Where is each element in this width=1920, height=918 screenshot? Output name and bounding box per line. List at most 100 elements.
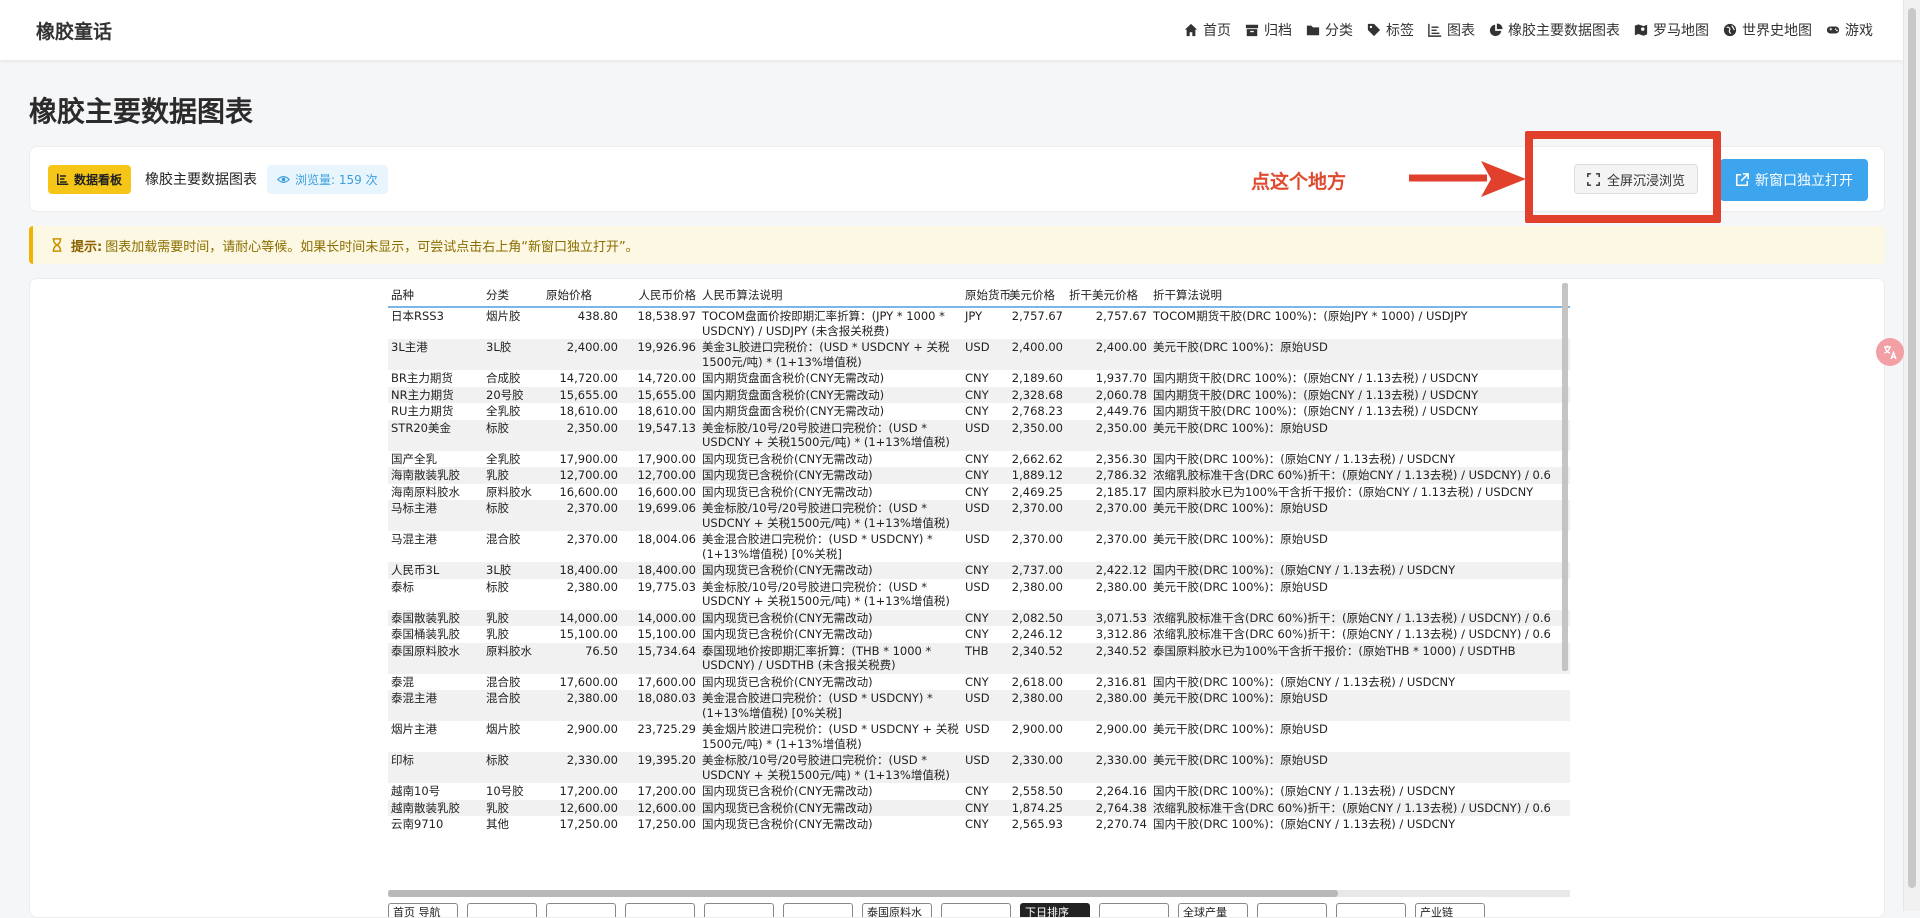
table-row[interactable]: 3L主港 3L胶 2,400.00 19,926.96 美金3L胶进口完税价：(USD … <box>388 339 1570 370</box>
table-row[interactable]: BR主力期货 合成胶 14,720.00 14,720.00 国内期货盘面含税价(CNY… <box>388 370 1570 387</box>
nav-item-category[interactable]: 分类 <box>1306 20 1353 40</box>
table-cell: 2,380.00 <box>1011 579 1063 594</box>
table-row[interactable]: 日本RSS3 烟片胶 438.80 18,538.97 TOCOM盘面价按即期汇率折算：… <box>388 307 1570 339</box>
column-header[interactable]: 原始货币 <box>962 283 1011 308</box>
table-cell: 2,737.00 <box>1006 562 1066 579</box>
table-cell: 国内现货已含税价(CNY无需改动) <box>702 674 873 689</box>
column-header[interactable]: 人民币价格 <box>621 283 699 308</box>
table-cell: 美金标胶/10号/20号胶进口完税价：(USD * USDCNY + 关税150… <box>699 419 962 451</box>
table-cell: 2,764.38 <box>1066 799 1150 816</box>
table-cell: THB <box>962 642 1006 674</box>
data-table-container[interactable]: 品种 分类 原始价格 人民币价格 人民币算法说明 原始货币 美元价格 折干美元价… <box>388 283 1570 893</box>
table-row[interactable]: STR20美金 标胶 2,350.00 19,547.13 美金标胶/10号/20号胶进… <box>388 419 1570 451</box>
table-row[interactable]: 海南散装乳胶 乳胶 12,700.00 12,700.00 国内现货已含税价(CNY无需… <box>388 467 1570 484</box>
table-row[interactable]: 马标主港 标胶 2,370.00 19,699.06 美金标胶/10号/20号胶进口完税… <box>388 500 1570 531</box>
nav-item-charts[interactable]: 图表 <box>1428 20 1475 40</box>
table-cell: CNY <box>965 817 989 831</box>
pie-chart-icon <box>1489 23 1503 37</box>
table-row[interactable]: 越南散装乳胶 乳胶 12,600.00 12,600.00 国内现货已含税价(CNY无需… <box>388 799 1570 816</box>
table-cell: 2,380.00 <box>566 579 618 594</box>
nav-item-world-map[interactable]: 世界史地图 <box>1723 20 1812 40</box>
table-cell: 17,200.00 <box>637 784 696 798</box>
translate-icon[interactable] <box>1876 338 1904 366</box>
table-cell: 2,757.67 <box>1095 309 1147 323</box>
table-cell: 国内干胶(DRC 100%)：(原始CNY / 1.13去税) / USDCNY <box>1153 817 1456 831</box>
table-cell: 2,400.00 <box>543 339 621 370</box>
tag-icon <box>1367 23 1381 37</box>
table-horizontal-scrollbar-thumb[interactable] <box>388 890 1338 897</box>
table-row[interactable]: 马混主港 混合胶 2,370.00 18,004.06 美金混合胶进口完税价：(USD … <box>388 531 1570 562</box>
table-horizontal-scrollbar[interactable] <box>388 890 1570 897</box>
table-cell: BR主力期货 <box>391 371 453 385</box>
table-cell: 马标主港 <box>388 500 483 531</box>
page-scrollbar[interactable] <box>1903 0 1920 911</box>
table-cell: 国内期货盘面含税价(CNY无需改动) <box>699 386 962 403</box>
table-cell: 泰国散装乳胶 <box>388 609 483 626</box>
home-icon <box>1184 23 1198 37</box>
table-row[interactable]: 国产全乳 全乳胶 17,900.00 17,900.00 国内现货已含税价(CNY无需改… <box>388 451 1570 468</box>
table-cell: 泰国桶装乳胶 <box>391 627 460 641</box>
table-cell: 2,270.74 <box>1095 817 1147 831</box>
table-cell: 2,618.00 <box>1011 674 1063 689</box>
column-header[interactable]: 折干算法说明 <box>1150 283 1570 308</box>
table-cell: 标胶 <box>483 752 543 783</box>
table-row[interactable]: NR主力期货 20号胶 15,655.00 15,655.00 国内期货盘面含税价(CN… <box>388 386 1570 403</box>
nav-item-archive[interactable]: 归档 <box>1245 20 1292 40</box>
dashboard-badge-label: 数据看板 <box>74 172 123 187</box>
table-row[interactable]: 泰国散装乳胶 乳胶 14,000.00 14,000.00 国内现货已含税价(CNY无需… <box>388 609 1570 626</box>
table-cell: 烟片主港 <box>391 722 437 736</box>
table-cell: 1,889.12 <box>1006 467 1066 484</box>
view-count-badge: 浏览量: 159 次 <box>267 164 388 194</box>
column-header[interactable]: 折干美元价格 <box>1066 283 1150 308</box>
table-cell: 标胶 <box>483 500 543 531</box>
column-header[interactable]: 人民币算法说明 <box>699 283 962 308</box>
table-row[interactable]: 人民币3L 3L胶 18,400.00 18,400.00 国内现货已含税价(CNY无需… <box>388 562 1570 579</box>
dashboard-badge: 数据看板 <box>48 164 132 194</box>
table-vertical-scrollbar[interactable] <box>1562 283 1568 671</box>
table-row[interactable]: 泰混 混合胶 17,600.00 17,600.00 国内现货已含税价(CNY无需改动)… <box>388 674 1570 691</box>
table-cell: 17,250.00 <box>637 817 696 831</box>
nav-item-roman-map[interactable]: 罗马地图 <box>1634 20 1709 40</box>
table-row[interactable]: 云南9710 其他 17,250.00 17,250.00 国内现货已含税价(CNY无需… <box>388 816 1570 833</box>
data-table: 品种 分类 原始价格 人民币价格 人民币算法说明 原始货币 美元价格 折干美元价… <box>388 283 1570 833</box>
table-cell: 浓缩乳胶标准干含(DRC 60%)折干：(原始CNY / 1.13去税) / U… <box>1153 627 1551 641</box>
table-cell: 2,185.17 <box>1095 484 1147 499</box>
page-scrollbar-thumb[interactable] <box>1908 8 1916 888</box>
nav-item-games[interactable]: 游戏 <box>1826 20 1873 40</box>
table-cell: 18,610.00 <box>559 404 618 418</box>
table-cell: USD <box>965 579 990 594</box>
nav-item-tags[interactable]: 标签 <box>1367 20 1414 40</box>
column-header[interactable]: 美元价格 <box>1006 283 1066 308</box>
table-row[interactable]: 泰标 标胶 2,380.00 19,775.03 美金标胶/10号/20号胶进口完税价：… <box>388 579 1570 610</box>
table-cell: 国内现货已含税价(CNY无需改动) <box>702 817 873 831</box>
nav-item-home[interactable]: 首页 <box>1184 20 1231 40</box>
table-row[interactable]: 烟片主港 烟片胶 2,900.00 23,725.29 美金烟片胶进口完税价：(USD … <box>388 721 1570 752</box>
column-header[interactable]: 原始价格 <box>543 283 621 308</box>
table-row[interactable]: 泰混主港 混合胶 2,380.00 18,080.03 美金混合胶进口完税价：(USD … <box>388 690 1570 721</box>
external-link-icon <box>1735 173 1749 187</box>
table-cell: 10号胶 <box>486 784 524 798</box>
table-cell: 17,600.00 <box>559 674 618 689</box>
chart-icon <box>1428 23 1442 37</box>
table-cell: 2,264.16 <box>1095 784 1147 798</box>
table-cell: 15,100.00 <box>637 627 696 641</box>
table-cell: CNY <box>965 784 989 798</box>
table-cell: 2,370.00 <box>1011 532 1063 546</box>
table-cell: CNY <box>962 609 1006 626</box>
site-brand[interactable]: 橡胶童话 <box>36 17 112 44</box>
table-row[interactable]: 印标 标胶 2,330.00 19,395.20 美金标胶/10号/20号胶进口完税价：… <box>388 752 1570 783</box>
column-header[interactable]: 分类 <box>483 283 543 308</box>
column-header[interactable]: 品种 <box>388 283 483 308</box>
table-row[interactable]: 越南10号 10号胶 17,200.00 17,200.00 国内现货已含税价(CNY无… <box>388 783 1570 800</box>
table-row[interactable]: 泰国原料胶水 原料胶水 76.50 15,734.64 泰国现地价按即期汇率折算：(TH… <box>388 642 1570 674</box>
table-cell: 国内干胶(DRC 100%)：(原始CNY / 1.13去税) / USDCNY <box>1150 562 1570 579</box>
table-row[interactable]: 泰国桶装乳胶 乳胶 15,100.00 15,100.00 国内现货已含税价(CNY无需… <box>388 626 1570 643</box>
nav-item-rubber-charts[interactable]: 橡胶主要数据图表 <box>1489 20 1620 40</box>
table-cell: 乳胶 <box>483 467 543 484</box>
table-row[interactable]: RU主力期货 全乳胶 18,610.00 18,610.00 国内期货盘面含税价(CNY… <box>388 403 1570 420</box>
table-cell: CNY <box>962 562 1006 579</box>
table-row[interactable]: 海南原料胶水 原料胶水 16,600.00 16,600.00 国内现货已含税价(CNY… <box>388 484 1570 501</box>
table-cell: USD <box>962 500 1006 531</box>
table-cell: 国内干胶(DRC 100%)：(原始CNY / 1.13去税) / USDCNY <box>1153 451 1456 466</box>
open-new-window-button[interactable]: 新窗口独立打开 <box>1720 159 1868 201</box>
